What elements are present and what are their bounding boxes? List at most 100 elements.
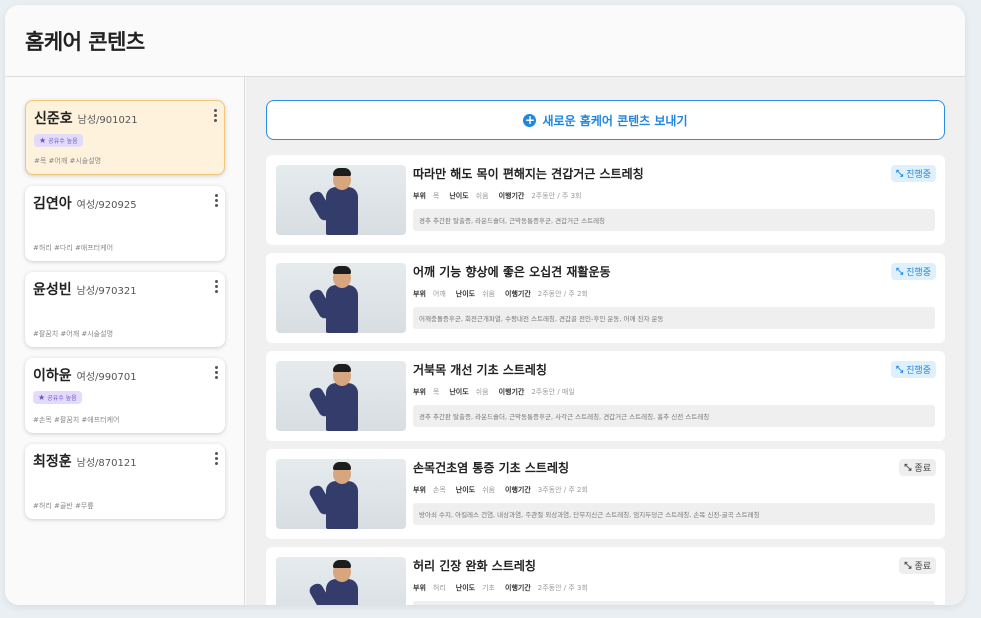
difficulty-label: 난이도 [449, 192, 469, 200]
share-badge: ★ 공유수 높음 [33, 391, 82, 404]
badge-label: 공유수 높음 [48, 138, 78, 145]
star-icon: ★ [38, 393, 46, 402]
patient-tags: #팔꿈치 #어깨 #시술설명 [33, 330, 114, 338]
patient-name: 윤성빈 [33, 282, 72, 298]
kebab-menu-icon[interactable] [213, 366, 219, 380]
patient-name: 신준호 [34, 111, 73, 127]
content-title: 따라만 해도 목이 편해지는 견갑거근 스트레칭 [413, 167, 644, 181]
patient-meta: 남성/870121 [76, 458, 137, 469]
part-label: 부위 [413, 290, 426, 298]
status-label: 진행중 [906, 366, 931, 376]
period-label: 이행기간 [498, 192, 525, 200]
patient-tags: #허리 #다리 #애프터케어 [33, 244, 114, 252]
difficulty-value: 쉬움 [475, 388, 489, 396]
patient-meta: 남성/901021 [77, 115, 138, 126]
plus-circle-icon: + [523, 112, 537, 127]
share-badge: ★ 공유수 높음 [34, 134, 83, 147]
status-label: 종료 [914, 464, 931, 474]
status-badge: ⤡ 진행중 [890, 165, 936, 182]
content-card[interactable]: 거북목 개선 기초 스트레칭 ⤡ 진행중 부위 목 난이도 쉬움 이행기간 2주동안 … [266, 351, 945, 441]
status-badge: ⤡ 종료 [899, 557, 936, 574]
difficulty-label: 난이도 [455, 584, 476, 592]
status-badge: ⤡ 진행중 [890, 263, 936, 280]
new-content-label: 새로운 홈케어 콘텐츠 보내기 [542, 113, 688, 128]
part-value: 허리 [432, 584, 446, 592]
patient-meta: 여성/990701 [76, 372, 137, 383]
content-title: 거북목 개선 기초 스트레칭 [413, 363, 547, 377]
exercise-thumbnail[interactable] [276, 165, 406, 235]
page-title: 홈케어 콘텐츠 [25, 29, 145, 54]
content-description: 방아쇠 수지, 아킬레스 건염, 내상과염, 주관절 외상과염, 단무지신근 스… [413, 503, 935, 525]
content-info: 부위 어깨 난이도 쉬움 이행기간 2주동안 / 주 2회 [413, 289, 588, 299]
difficulty-label: 난이도 [449, 388, 469, 396]
content-title: 손목건초염 통증 기초 스트레칭 [413, 461, 570, 475]
exercise-thumbnail[interactable] [276, 361, 406, 431]
content-title: 허리 긴장 완화 스트레칭 [413, 559, 536, 573]
arrows-icon: ⤡ [895, 266, 904, 277]
difficulty-value: 쉬움 [482, 486, 495, 494]
patient-card[interactable]: 윤성빈 남성/970321 #팔꿈치 #어깨 #시술설명 [25, 272, 225, 347]
status-label: 진행중 [906, 268, 931, 278]
period-label: 이행기간 [505, 290, 531, 298]
content-info: 부위 목 난이도 쉬움 이행기간 2주동안 / 매일 [413, 387, 575, 397]
exercise-thumbnail[interactable] [276, 557, 406, 605]
period-label: 이행기간 [505, 486, 531, 494]
content-description: 경추 추간판 탈출증, 라운드숄더, 근막동통증후군, 사각근 스트레칭, 견갑… [413, 405, 935, 427]
app-window: 홈케어 콘텐츠 신준호 남성/901021 ★ 공유수 높음 #목 #어깨 #시술설… [5, 5, 965, 605]
exercise-thumbnail[interactable] [276, 459, 406, 529]
kebab-menu-icon[interactable] [213, 452, 219, 466]
period-value: 2주동안 / 매일 [531, 388, 575, 396]
page-header: 홈케어 콘텐츠 [5, 5, 965, 77]
content-info: 부위 손목 난이도 쉬움 이행기간 3주동안 / 주 2회 [413, 485, 588, 495]
star-icon: ★ [39, 136, 47, 145]
patient-sidebar: 신준호 남성/901021 ★ 공유수 높음 #목 #어깨 #시술설명 김연아 여성/… [5, 77, 245, 605]
content-card[interactable]: 손목건초염 통증 기초 스트레칭 ⤡ 종료 부위 손목 난이도 쉬움 이행기간 3주동… [266, 449, 945, 539]
content-description: 경추 추간판 탈출증, 라운드숄더, 근막동통증후군, 견갑거근 스트레칭 [413, 209, 935, 231]
kebab-menu-icon[interactable] [212, 109, 218, 123]
exercise-thumbnail[interactable] [276, 263, 406, 333]
content-info: 부위 목 난이도 쉬움 이행기간 2주동안 / 주 3회 [413, 191, 581, 201]
arrows-icon: ⤡ [904, 560, 912, 571]
content-title: 어깨 기능 향상에 좋은 오십견 재활운동 [413, 265, 611, 279]
patient-name: 이하윤 [33, 368, 72, 384]
content-description: 어깨충돌증후군, 회전근개파열, 수평내전 스트레칭, 견갑골 전인-후인 운동… [413, 307, 935, 329]
difficulty-value: 쉬움 [482, 290, 495, 298]
difficulty-value: 쉬움 [475, 192, 489, 200]
arrows-icon: ⤡ [895, 168, 904, 179]
part-label: 부위 [413, 192, 426, 200]
period-value: 2주동안 / 주 3회 [537, 584, 588, 592]
part-value: 목 [432, 388, 440, 396]
part-value: 목 [432, 192, 440, 200]
kebab-menu-icon[interactable] [213, 280, 219, 294]
difficulty-label: 난이도 [455, 486, 476, 494]
status-badge: ⤡ 진행중 [890, 361, 936, 378]
part-label: 부위 [413, 584, 426, 592]
patient-tags: #허리 #골반 #무릎 [33, 502, 94, 510]
new-content-button[interactable]: + 새로운 홈케어 콘텐츠 보내기 [266, 100, 945, 140]
patient-tags: #목 #어깨 #시술설명 [34, 157, 102, 165]
content-description [413, 601, 935, 605]
kebab-menu-icon[interactable] [213, 194, 219, 208]
patient-name: 김연아 [33, 196, 72, 212]
patient-meta: 여성/920925 [76, 200, 137, 211]
period-value: 3주동안 / 주 2회 [537, 486, 588, 494]
status-label: 진행중 [906, 170, 931, 180]
arrows-icon: ⤡ [895, 364, 904, 375]
part-value: 어깨 [432, 290, 446, 298]
patient-name: 최정훈 [33, 454, 72, 470]
patient-tags: #손목 #팔꿈치 #애프터케어 [33, 416, 120, 424]
content-card[interactable]: 어깨 기능 향상에 좋은 오십견 재활운동 ⤡ 진행중 부위 어깨 난이도 쉬움 이… [266, 253, 945, 343]
part-label: 부위 [413, 388, 426, 396]
patient-card[interactable]: 신준호 남성/901021 ★ 공유수 높음 #목 #어깨 #시술설명 [25, 100, 225, 175]
content-panel: + 새로운 홈케어 콘텐츠 보내기 따라만 해도 목이 편해지는 견갑거근 스트… [246, 77, 965, 605]
patient-card[interactable]: 이하윤 여성/990701 ★ 공유수 높음 #손목 #팔꿈치 #애프터케어 [25, 358, 225, 433]
patient-card[interactable]: 김연아 여성/920925 #허리 #다리 #애프터케어 [25, 186, 225, 261]
part-label: 부위 [413, 486, 426, 494]
content-list: 따라만 해도 목이 편해지는 견갑거근 스트레칭 ⤡ 진행중 부위 목 난이도 쉬움… [266, 155, 945, 605]
status-label: 종료 [914, 562, 931, 572]
part-value: 손목 [432, 486, 446, 494]
period-value: 2주동안 / 주 3회 [531, 192, 582, 200]
content-card[interactable]: 허리 긴장 완화 스트레칭 ⤡ 종료 부위 허리 난이도 기초 이행기간 2주동안 /… [266, 547, 945, 605]
patient-card[interactable]: 최정훈 남성/870121 #허리 #골반 #무릎 [25, 444, 225, 519]
content-card[interactable]: 따라만 해도 목이 편해지는 견갑거근 스트레칭 ⤡ 진행중 부위 목 난이도 쉬움… [266, 155, 945, 245]
